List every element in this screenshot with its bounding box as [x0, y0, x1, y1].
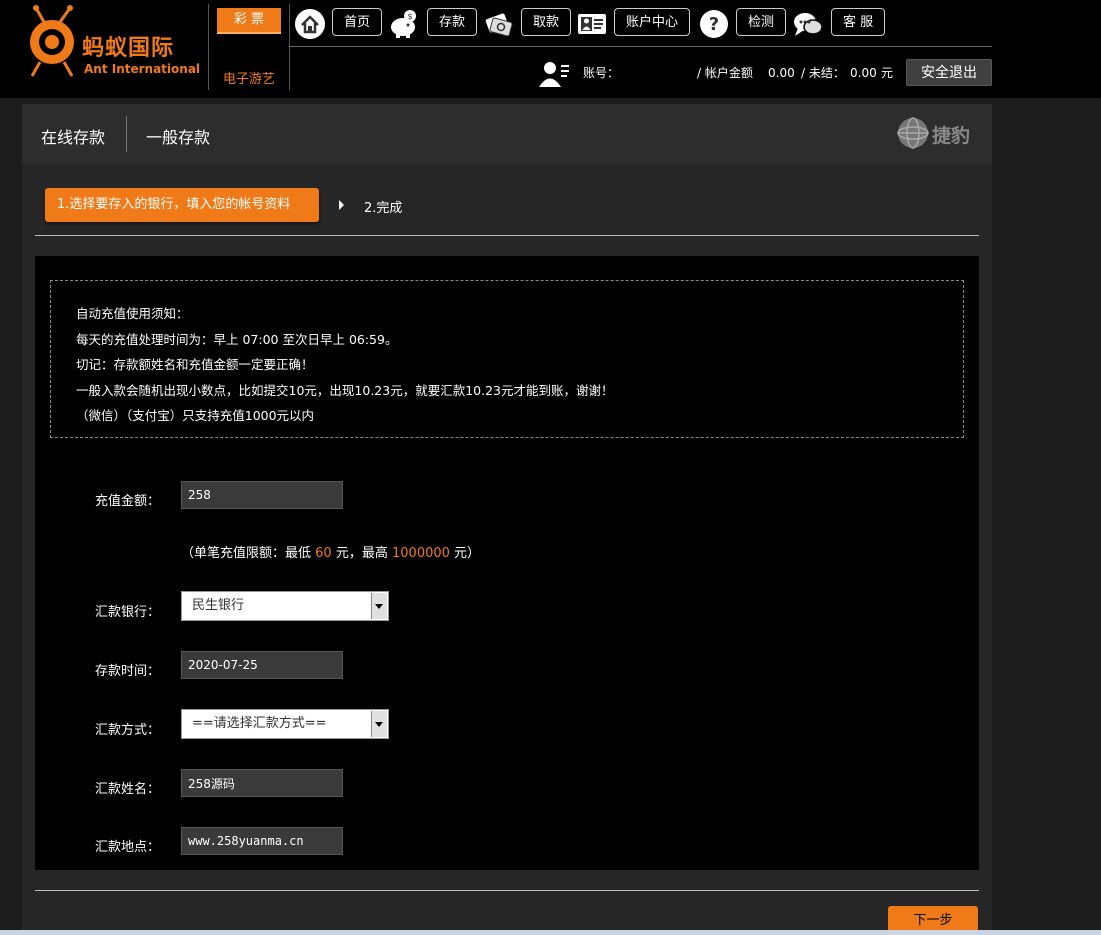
logo-title: 蚂蚁国际 — [82, 36, 175, 61]
unsettled-value: 0.00 — [850, 66, 877, 80]
limit-suffix: 元） — [454, 546, 481, 561]
bank-select-value: 民生银行 — [192, 598, 245, 613]
nav-check-button[interactable]: 检测 — [736, 8, 787, 36]
e-games-link[interactable]: 电子游艺 — [209, 68, 289, 87]
top-navigation: 首页 $ 存款 取款 账户中心 ? 检测 客 服 — [290, 4, 992, 47]
amount-input[interactable] — [181, 481, 343, 509]
piggy-bank-icon[interactable]: $ — [388, 8, 420, 40]
globe-icon — [897, 117, 929, 149]
unsettled-label: / 未结： — [801, 66, 845, 80]
currency-label: 元 — [881, 66, 894, 80]
deposit-limit-text: （单笔充值限额：最低 60 元，最高 1000000 元） — [181, 542, 480, 561]
svg-text:?: ? — [709, 14, 719, 35]
top-header: 蚂蚁国际 Ant International 彩 票 电子游艺 首页 $ 存款 — [0, 0, 1101, 98]
tab-normal-deposit[interactable]: 一般存款 — [146, 124, 210, 148]
chat-icon[interactable] — [792, 8, 824, 40]
nav-deposit-button[interactable]: 存款 — [427, 8, 478, 36]
notice-line: 自动充值使用须知： — [76, 306, 189, 321]
logo-subtitle: Ant International — [84, 62, 201, 76]
chevron-down-icon[interactable] — [371, 711, 387, 737]
nav-customer-service-button[interactable]: 客 服 — [831, 8, 886, 36]
chevron-down-icon[interactable] — [371, 593, 387, 619]
question-icon[interactable]: ? — [698, 8, 730, 40]
ant-mascot-icon — [30, 5, 74, 77]
lottery-tab[interactable]: 彩 票 — [217, 8, 281, 34]
limit-prefix: （单笔充值限额：最低 — [181, 546, 312, 561]
svg-text:$: $ — [407, 12, 412, 21]
step-arrow-icon — [339, 200, 344, 210]
limit-min: 60 — [315, 546, 332, 561]
balance-label: / 帐户金额 — [697, 66, 753, 80]
logout-button[interactable]: 安全退出 — [906, 59, 992, 86]
account-label: 账号： — [583, 66, 620, 80]
tab-online-deposit[interactable]: 在线存款 — [41, 124, 105, 148]
id-card-icon[interactable] — [576, 8, 608, 40]
game-menu: 彩 票 电子游艺 — [208, 4, 290, 90]
notice-line: 一般入款会随机出现小数点，比如提交10元，出现10.23元，就要汇款10.23元… — [76, 382, 614, 398]
deposit-time-input[interactable] — [181, 651, 343, 679]
notice-line: 每天的充值处理时间为：早上 07:00 至次日早上 06:59。 — [76, 331, 398, 347]
deposit-notice: 自动充值使用须知： 每天的充值处理时间为：早上 07:00 至次日早上 06:5… — [50, 280, 964, 438]
brand-name: 捷豹 — [932, 125, 971, 147]
balance-value: 0.00 — [768, 66, 795, 80]
jiebao-brand-logo: 捷豹 — [896, 116, 986, 152]
nav-withdraw-button[interactable]: 取款 — [521, 8, 572, 36]
transfer-method-value: ==请选择汇款方式== — [192, 716, 327, 731]
deposit-tabs: 在线存款 一般存款 捷豹 — [22, 104, 992, 164]
bank-select[interactable]: 民生银行 — [181, 591, 389, 621]
step-1-active: 1.选择要存入的银行，填入您的帐号资料 — [45, 188, 319, 222]
transfer-method-select[interactable]: ==请选择汇款方式== — [181, 709, 389, 739]
home-icon[interactable] — [294, 8, 326, 40]
user-profile-icon — [539, 62, 569, 87]
notice-line: 切记：存款额姓名和充值金额一定要正确！ — [76, 357, 314, 372]
remitter-name-input[interactable] — [181, 769, 343, 797]
os-taskbar — [0, 930, 1101, 935]
tab-divider — [126, 116, 127, 152]
deposit-form: 自动充值使用须知： 每天的充值处理时间为：早上 07:00 至次日早上 06:5… — [35, 256, 979, 870]
notice-line: （微信）（支付宝）只支持充值1000元以内 — [76, 408, 315, 423]
cash-icon[interactable] — [483, 8, 515, 40]
divider-bottom — [35, 890, 979, 891]
site-logo[interactable]: 蚂蚁国际 Ant International — [22, 4, 200, 84]
remit-location-input[interactable] — [181, 827, 343, 855]
divider-top — [35, 235, 979, 236]
step-2: 2.完成 — [364, 201, 403, 216]
limit-max: 1000000 — [392, 546, 450, 561]
nav-account-center-button[interactable]: 账户中心 — [614, 8, 691, 36]
deposit-panel: 在线存款 一般存款 捷豹 1.选择要存入的银行，填入您的帐号资料 2.完成 自动… — [22, 104, 992, 935]
limit-mid: 元，最高 — [335, 546, 388, 561]
nav-home-button[interactable]: 首页 — [332, 8, 383, 36]
